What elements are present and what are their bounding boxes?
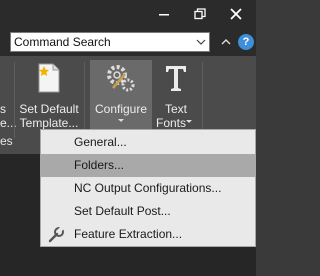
close-button[interactable] xyxy=(218,0,254,28)
menu-item-feature-extraction[interactable]: Feature Extraction... xyxy=(41,223,255,246)
workspace-background xyxy=(0,154,40,276)
text-t-icon xyxy=(166,66,186,91)
chevron-down-icon xyxy=(118,119,124,122)
menu-item-label: NC Output Configurations... xyxy=(74,181,222,195)
search-value: Command Search xyxy=(14,35,111,49)
text-fonts-line1: Text xyxy=(164,102,187,116)
search-dropdown-button[interactable] xyxy=(193,33,209,51)
text-fonts-line2: Fonts xyxy=(156,116,187,130)
restore-icon xyxy=(194,8,206,20)
close-icon xyxy=(230,8,242,20)
menu-item-folders[interactable]: Folders... xyxy=(41,154,255,177)
chevron-down-icon xyxy=(196,39,206,45)
minimize-icon xyxy=(159,14,169,16)
menu-item-general[interactable]: General... xyxy=(41,131,255,154)
menu-item-label: Folders... xyxy=(74,158,125,172)
ribbon-separator xyxy=(202,62,203,138)
partial-group-label: es xyxy=(0,134,13,148)
menu-item-nc-output-configurations[interactable]: NC Output Configurations... xyxy=(41,177,255,200)
gears-icon xyxy=(107,65,135,92)
chevron-down-icon xyxy=(186,120,192,123)
menu-item-set-default-post[interactable]: Set Default Post... xyxy=(41,200,255,223)
wrench-icon xyxy=(48,226,64,243)
workspace-background xyxy=(40,247,256,276)
ribbon-separator xyxy=(84,62,85,138)
set-default-template-line2: Template... xyxy=(19,116,79,130)
command-search-input[interactable]: Command Search xyxy=(10,32,210,52)
help-icon[interactable]: ? xyxy=(238,34,254,50)
set-default-template-line1: Set Default xyxy=(19,102,79,116)
chevron-up-icon[interactable] xyxy=(220,36,232,48)
menu-item-label: Set Default Post... xyxy=(74,204,171,218)
help-glyph: ? xyxy=(242,36,250,48)
restore-button[interactable] xyxy=(182,0,218,28)
title-bar xyxy=(0,0,256,28)
document-star-icon xyxy=(38,63,60,93)
configure-dropdown-menu: General... Folders... NC Output Configur… xyxy=(40,129,256,247)
configure-button[interactable]: Configure xyxy=(90,60,152,130)
search-row: Command Search ? xyxy=(0,28,256,56)
partial-button-line1: s xyxy=(0,102,6,116)
ribbon-separator xyxy=(14,62,15,138)
menu-item-label: General... xyxy=(74,135,127,149)
configure-label: Configure xyxy=(94,102,148,116)
menu-item-label: Feature Extraction... xyxy=(74,227,183,241)
minimize-button[interactable] xyxy=(146,0,182,28)
